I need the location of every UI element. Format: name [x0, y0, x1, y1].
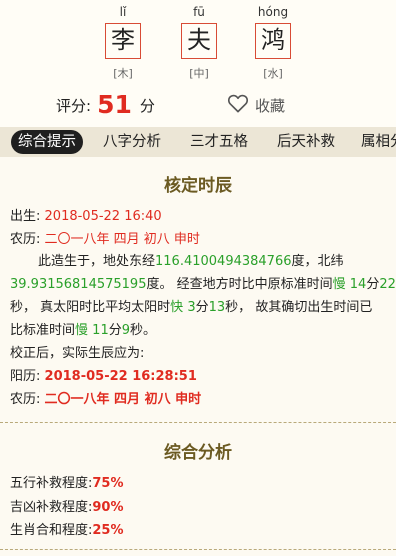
pinyin-2: fū — [193, 5, 205, 19]
desc-text-6: 比标准时间 — [10, 323, 76, 338]
lunar-line: 农历: 二〇一八年 四月 初八 申时 — [10, 228, 200, 247]
tab-remedy[interactable]: 后天补救 — [277, 127, 335, 157]
analysis-value: 25% — [92, 523, 124, 538]
unit-sec-3: 秒。 — [130, 323, 157, 338]
desc-text-3: 度。 经查地方时比中原标准时间 — [146, 277, 333, 292]
min-2: 3 — [187, 300, 196, 315]
favorite-button[interactable]: 收藏 — [227, 93, 285, 117]
lunar2-value: 二〇一八年 四月 初八 申时 — [44, 392, 202, 407]
desc-line-2: 39.93156814575195度。 经查地方时比中原标准时间慢 14分22 — [10, 273, 396, 292]
char-box-3: 鸿 — [255, 23, 291, 59]
min-1: 14 — [349, 277, 367, 292]
analysis-label: 吉凶补救程度: — [10, 500, 93, 515]
analysis-label: 五行补救程度: — [10, 476, 93, 491]
analysis-item-wuxing: 五行补救程度:75% — [10, 472, 124, 491]
desc-text-2: 度，北纬 — [291, 254, 344, 269]
unit-min-2: 分 — [195, 300, 209, 315]
desc-line-4: 比标准时间慢 11分9秒。 — [10, 319, 156, 338]
name-header: lǐ 李 [木] fū 夫 [中] hóng 鸿 [水] 评分: 51 分 收藏 — [0, 0, 396, 127]
heart-icon — [227, 93, 249, 117]
tab-zodiac[interactable]: 属相分 — [361, 127, 396, 157]
analysis-item-jixiong: 吉凶补救程度:90% — [10, 496, 124, 515]
name-char-2: fū 夫 [中] — [179, 5, 219, 81]
unit-sec-2: 秒， — [225, 300, 252, 315]
birth-line: 出生: 2018-05-22 16:40 — [10, 205, 162, 224]
min-3: 11 — [92, 323, 109, 338]
sec-1: 22 — [379, 277, 396, 292]
wuxing-1: [木] — [113, 67, 133, 80]
wuxing-3: [水] — [263, 67, 283, 80]
tab-summary[interactable]: 综合提示 — [11, 130, 83, 154]
pinyin-3: hóng — [257, 5, 289, 19]
pinyin-1: lǐ — [119, 5, 127, 19]
desc-text-1: 此造生于，地处东经 — [38, 254, 156, 269]
lunar2-label: 农历: — [10, 392, 41, 407]
slow-2: 慢 — [75, 323, 89, 338]
lunar-label: 农历: — [10, 232, 41, 247]
name-char-1: lǐ 李 [木] — [103, 5, 143, 81]
slow-1: 慢 — [332, 277, 346, 292]
lunar2-line: 农历: 二〇一八年 四月 初八 申时 — [10, 388, 201, 407]
solar-value: 2018-05-22 16:28:51 — [44, 369, 197, 384]
analysis-value: 90% — [92, 500, 124, 515]
unit-min-3: 分 — [108, 323, 122, 338]
score-label: 评分: — [56, 96, 92, 115]
tab-sancai[interactable]: 三才五格 — [190, 127, 248, 157]
tab-bazi[interactable]: 八字分析 — [103, 127, 161, 157]
char-box-1: 李 — [105, 23, 141, 59]
section-title-birth: 核定时辰 — [164, 176, 232, 196]
score-unit: 分 — [139, 96, 155, 115]
unit-sec-1: 秒， — [10, 300, 37, 315]
analysis-label: 生肖合和程度: — [10, 523, 93, 538]
latitude-value: 39.93156814575195 — [10, 277, 147, 292]
birth-label: 出生: — [10, 209, 41, 224]
desc-line-1: 此造生于，地处东经116.4100494384766度，北纬 — [38, 250, 344, 269]
favorite-label: 收藏 — [255, 96, 286, 115]
desc-text-5: 故其确切出生时间已 — [255, 300, 373, 315]
desc-text-4: 真太阳时比平均太阳时 — [40, 300, 171, 315]
tab-bar: 综合提示 八字分析 三才五格 后天补救 属相分 — [0, 127, 396, 157]
lunar-value: 二〇一八年 四月 初八 申时 — [44, 232, 200, 247]
corrected-intro: 校正后，实际生辰应为: — [10, 346, 145, 361]
desc-line-3: 秒， 真太阳时比平均太阳时快 3分13秒， 故其确切出生时间已 — [10, 296, 372, 315]
longitude-value: 116.4100494384766 — [155, 254, 292, 269]
analysis-value: 75% — [92, 476, 124, 491]
bottom-divider — [0, 549, 396, 550]
unit-min-1: 分 — [366, 277, 380, 292]
score-row: 评分: 51 分 — [56, 91, 155, 119]
sec-2: 13 — [208, 300, 226, 315]
sec-3: 9 — [121, 323, 131, 338]
name-char-3: hóng 鸿 [水] — [253, 5, 293, 81]
solar-label: 阳历: — [10, 369, 41, 384]
fast: 快 — [170, 300, 184, 315]
wuxing-2: [中] — [189, 67, 209, 80]
char-box-2: 夫 — [181, 23, 217, 59]
section-title-analysis: 综合分析 — [164, 443, 232, 463]
birth-value: 2018-05-22 16:40 — [44, 209, 162, 224]
score-value: 51 — [97, 90, 132, 119]
analysis-item-shengxiao: 生肖合和程度:25% — [10, 519, 124, 538]
solar-line: 阳历: 2018-05-22 16:28:51 — [10, 365, 197, 384]
section-divider — [0, 422, 396, 423]
